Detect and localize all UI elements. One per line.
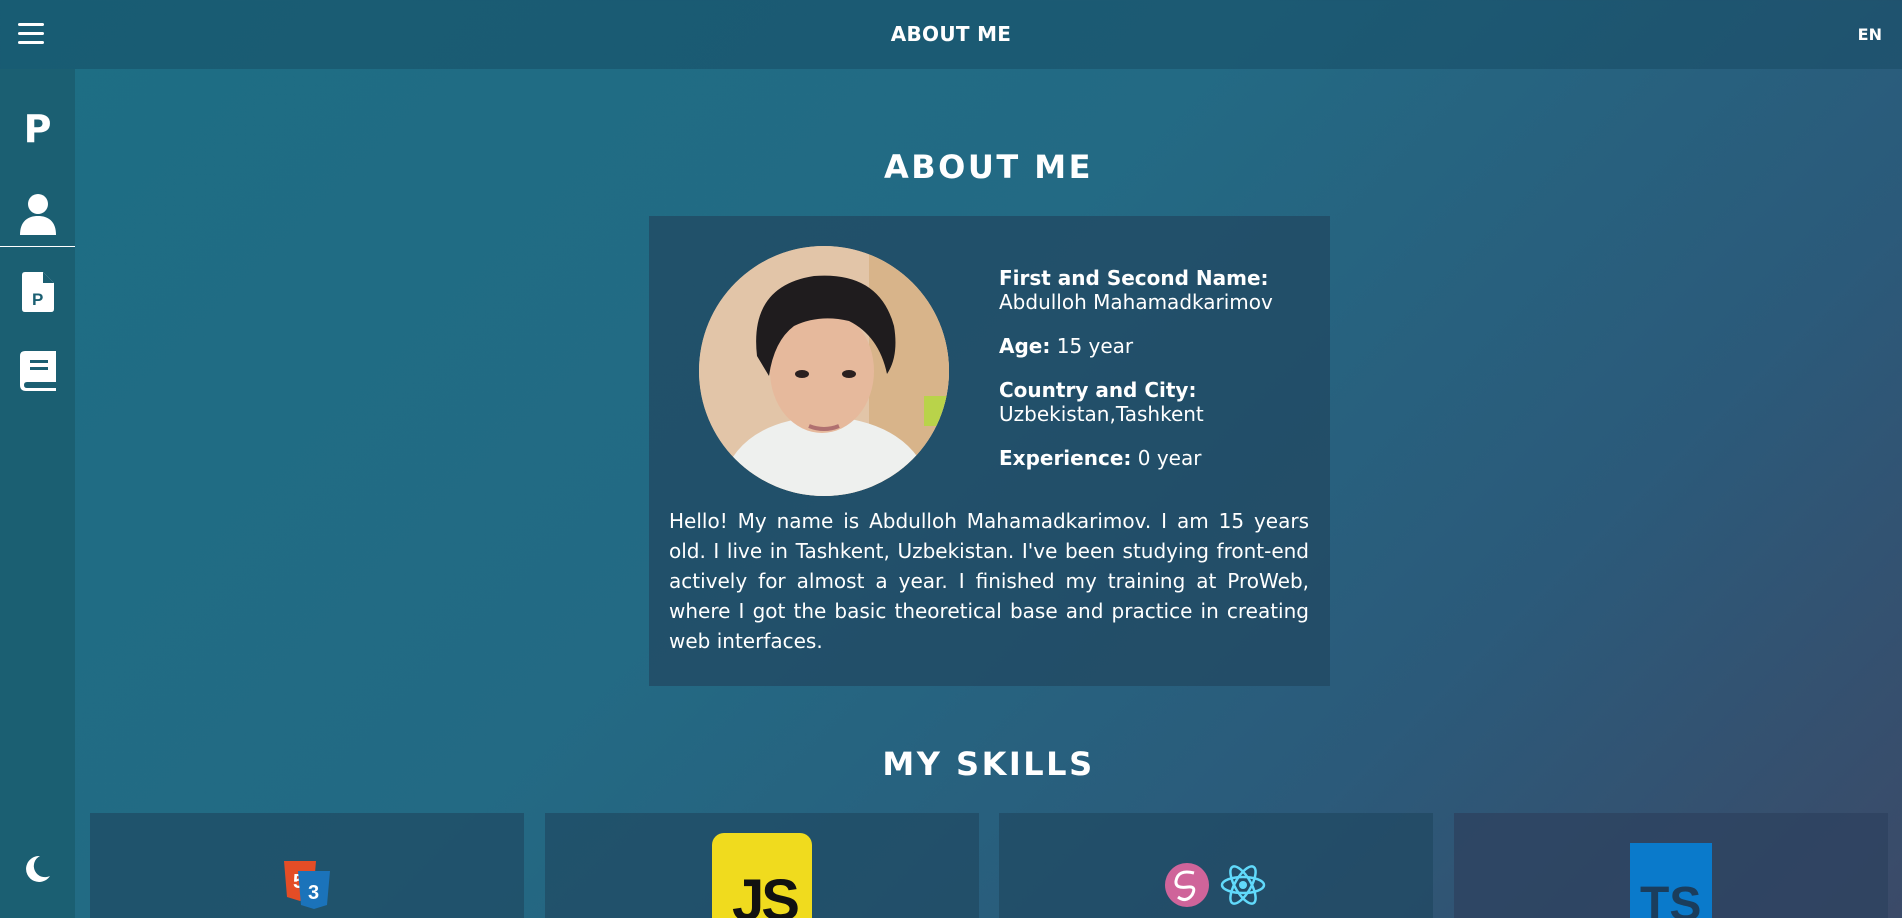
about-card: First and Second Name: Abdulloh Mahamadk…: [649, 216, 1330, 686]
info-age: Age: 15 year: [999, 334, 1309, 358]
javascript-icon: JS: [712, 833, 812, 918]
info-list: First and Second Name: Abdulloh Mahamadk…: [999, 266, 1309, 490]
info-name: First and Second Name: Abdulloh Mahamadk…: [999, 266, 1309, 314]
skill-card-typescript[interactable]: TS: [1454, 813, 1888, 918]
info-location: Country and City: Uzbekistan,Tashkent: [999, 378, 1309, 426]
moon-icon: [25, 855, 50, 882]
info-experience: Experience: 0 year: [999, 446, 1309, 470]
location-value: Uzbekistan,Tashkent: [999, 402, 1204, 426]
top-bar: ABOUT ME EN: [0, 0, 1902, 69]
document-p-icon: P: [21, 272, 54, 312]
experience-value: 0 year: [1137, 446, 1202, 470]
skill-card-html-css[interactable]: 5 3: [90, 813, 524, 918]
about-heading: ABOUT ME: [883, 148, 1093, 186]
user-icon: [19, 194, 56, 235]
js-label: JS: [732, 868, 800, 918]
page-title: ABOUT ME: [890, 22, 1012, 46]
experience-label: Experience:: [999, 446, 1132, 470]
svg-text:3: 3: [308, 882, 319, 904]
location-label: Country and City:: [999, 378, 1197, 402]
avatar: [699, 246, 949, 496]
skills-heading: MY SKILLS: [882, 745, 1095, 783]
skill-card-javascript[interactable]: JS: [545, 813, 979, 918]
ts-label: TS: [1640, 878, 1702, 918]
sidebar: P P: [0, 69, 75, 918]
book-icon: [19, 351, 56, 391]
svg-text:P: P: [32, 290, 43, 309]
language-switcher[interactable]: EN: [1858, 25, 1882, 44]
skill-card-sass-react[interactable]: [999, 813, 1433, 918]
typescript-icon: TS: [1630, 843, 1712, 918]
name-value: Abdulloh Mahamadkarimov: [999, 290, 1273, 314]
theme-toggle[interactable]: [0, 847, 75, 891]
html5-css3-icon: 5 3: [284, 861, 330, 909]
name-label: First and Second Name:: [999, 266, 1269, 290]
age-value: 15 year: [1056, 334, 1134, 358]
sidebar-item-about[interactable]: [0, 179, 75, 249]
sidebar-item-resume[interactable]: P: [0, 262, 75, 322]
logo[interactable]: P: [0, 99, 75, 159]
sidebar-divider: [0, 246, 75, 247]
age-label: Age:: [999, 334, 1051, 358]
sidebar-item-portfolio[interactable]: [0, 341, 75, 401]
bio-text: Hello! My name is Abdulloh Mahamadkarimo…: [669, 509, 1309, 653]
sass-react-icon: [1165, 863, 1266, 907]
